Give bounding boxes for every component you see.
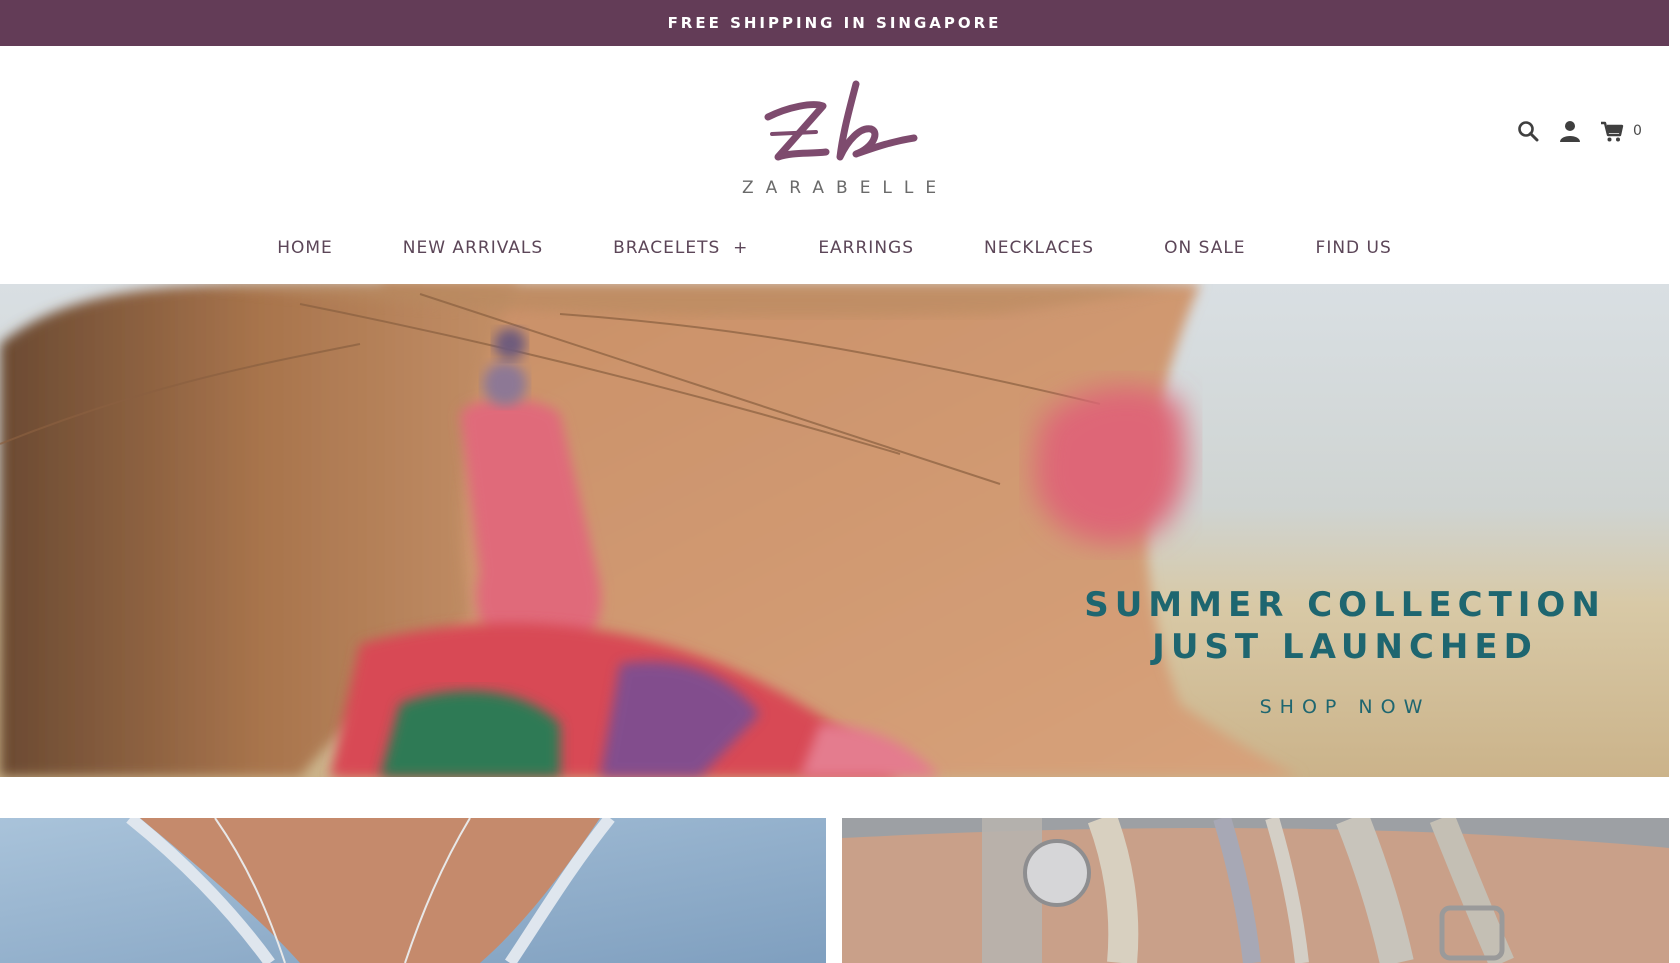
hero-text-block: SUMMER COLLECTION JUST LAUNCHED SHOP NOW xyxy=(1080,584,1610,718)
site-header: ZARABELLE 0 HOME NEW ARRIVALS BRACELETS … xyxy=(0,46,1669,284)
cart-icon[interactable] xyxy=(1599,118,1625,144)
hero-title-line2: JUST LAUNCHED xyxy=(1152,627,1538,667)
featured-tile-necklaces[interactable] xyxy=(0,818,826,963)
shop-now-link[interactable]: SHOP NOW xyxy=(1080,696,1610,718)
user-icon[interactable] xyxy=(1557,118,1583,144)
nav-item-necklaces[interactable]: NECKLACES xyxy=(984,238,1094,258)
header-tools: 0 xyxy=(1515,118,1642,144)
announcement-text: FREE SHIPPING IN SINGAPORE xyxy=(667,14,1002,32)
hero-banner[interactable]: SUMMER COLLECTION JUST LAUNCHED SHOP NOW xyxy=(0,284,1669,777)
nav-item-bracelets[interactable]: BRACELETS + xyxy=(613,238,748,258)
cart-count[interactable]: 0 xyxy=(1633,123,1642,139)
nav-item-earrings[interactable]: EARRINGS xyxy=(818,238,914,258)
brand-wordmark: ZARABELLE xyxy=(742,178,949,198)
hero-title-line1: SUMMER COLLECTION xyxy=(1084,585,1606,625)
necklace-image xyxy=(0,818,826,963)
main-navigation: HOME NEW ARRIVALS BRACELETS + EARRINGS N… xyxy=(0,238,1669,258)
bracelet-image xyxy=(842,818,1669,963)
nav-item-home[interactable]: HOME xyxy=(277,238,333,258)
nav-item-on-sale[interactable]: ON SALE xyxy=(1164,238,1245,258)
nav-item-new-arrivals[interactable]: NEW ARRIVALS xyxy=(403,238,543,258)
featured-tile-bracelets[interactable] xyxy=(842,818,1669,963)
nav-item-find-us[interactable]: FIND US xyxy=(1316,238,1392,258)
announcement-bar: FREE SHIPPING IN SINGAPORE xyxy=(0,0,1669,46)
search-icon[interactable] xyxy=(1515,118,1541,144)
